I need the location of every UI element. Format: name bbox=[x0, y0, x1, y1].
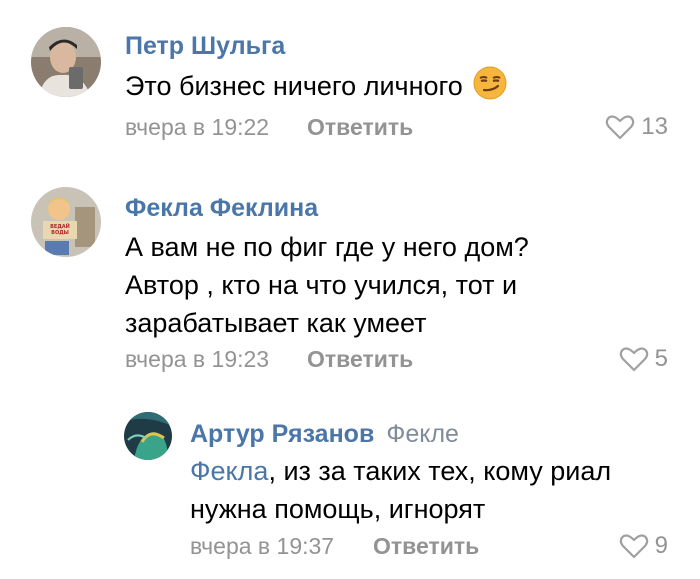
like-button[interactable]: 5 bbox=[619, 345, 668, 373]
comment-time: вчера в 19:37 bbox=[190, 533, 335, 559]
comment-fekla: ВЕДАЙ ВОДЫ Фекла Феклина А вам не по фиг… bbox=[0, 170, 700, 400]
like-button[interactable]: 13 bbox=[605, 113, 668, 141]
comment-text: А вам не по фиг где у него дом? Автор , … bbox=[125, 228, 529, 342]
heart-outline-icon bbox=[605, 114, 635, 140]
comment-text: Это бизнес ничего личного bbox=[125, 66, 507, 110]
reply-button[interactable]: Ответить bbox=[307, 346, 413, 373]
avatar-artur[interactable] bbox=[124, 412, 172, 460]
svg-text:ВОДЫ: ВОДЫ bbox=[51, 230, 69, 236]
svg-text:ВЕДАЙ: ВЕДАЙ bbox=[50, 222, 70, 230]
avatar-fekla[interactable]: ВЕДАЙ ВОДЫ bbox=[31, 187, 101, 257]
comment-time: вчера в 19:23 bbox=[125, 346, 270, 372]
comment-author-name[interactable]: Артур Рязанов bbox=[190, 420, 374, 448]
comment-time: вчера в 19:22 bbox=[125, 114, 270, 140]
like-count: 13 bbox=[641, 113, 668, 140]
comment-text-content: Это бизнес ничего личного bbox=[125, 71, 463, 102]
reply-button[interactable]: Ответить bbox=[373, 533, 479, 560]
comment-text: Фекла, из за таких тех, кому риал нужна … bbox=[190, 452, 611, 528]
like-button[interactable]: 9 bbox=[619, 532, 668, 560]
like-count: 5 bbox=[654, 345, 668, 372]
like-count: 9 bbox=[654, 532, 668, 559]
comment-text-line: Фекла, из за таких тех, кому риал bbox=[190, 452, 611, 490]
avatar-petr[interactable] bbox=[31, 27, 101, 97]
comment-text-line: зарабатывает как умеет bbox=[125, 308, 427, 338]
smirk-emoji-icon bbox=[473, 66, 507, 110]
comment-text-line: А вам не по фиг где у него дом? bbox=[125, 232, 529, 262]
comment-author: Артур Рязанов Фекле bbox=[190, 420, 459, 449]
heart-outline-icon bbox=[619, 533, 649, 559]
comment-author[interactable]: Фекла Феклина bbox=[125, 194, 318, 223]
heart-outline-icon bbox=[619, 346, 649, 372]
comment-text-line: Автор , кто на что учился, тот и bbox=[125, 270, 518, 300]
comment-artur-reply: Артур Рязанов Фекле Фекла, из за таких те… bbox=[0, 400, 700, 579]
reply-button[interactable]: Ответить bbox=[307, 114, 413, 141]
comment-author[interactable]: Петр Шульга bbox=[125, 32, 285, 61]
comment-petr: Петр Шульга Это бизнес ничего личного вч… bbox=[0, 0, 700, 170]
comment-text-rest: , из за таких тех, кому риал bbox=[268, 456, 612, 486]
comment-text-line: нужна помощь, игнорят bbox=[190, 494, 486, 524]
reply-to-label[interactable]: Фекле bbox=[386, 420, 459, 448]
mention-link[interactable]: Фекла bbox=[190, 456, 268, 486]
